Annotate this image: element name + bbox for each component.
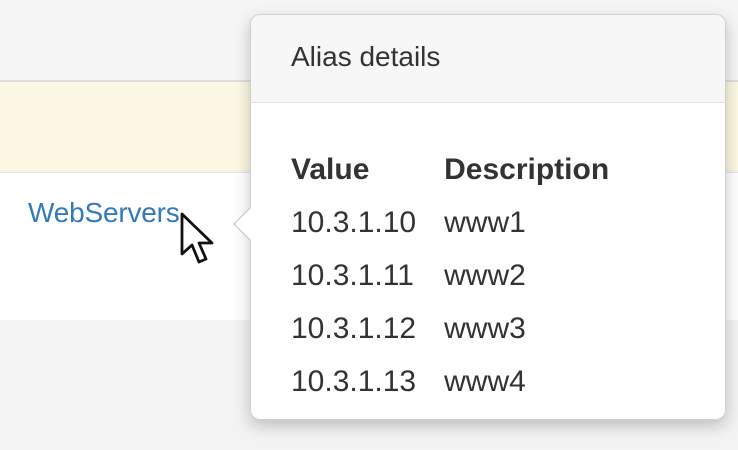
cell-value: 10.3.1.11	[291, 259, 414, 292]
table-row: 10.3.1.13 www4	[291, 346, 609, 399]
alias-details-popover: Alias details Value Description 10.3.1.1…	[233, 14, 726, 420]
alias-link-webservers[interactable]: WebServers	[28, 197, 180, 229]
arrow-cursor-icon	[180, 212, 214, 264]
table-row: 10.3.1.12 www3	[291, 293, 609, 346]
column-header-description: Description	[444, 153, 610, 186]
cell-value: 10.3.1.10	[291, 206, 417, 239]
cell-description: www4	[444, 365, 526, 398]
popover-body: Value Description 10.3.1.10 www1 10.3.1.…	[251, 103, 725, 399]
cell-description: www2	[444, 259, 526, 292]
cell-value: 10.3.1.12	[291, 312, 417, 345]
table-row: 10.3.1.10 www1	[291, 187, 609, 240]
popover-title: Alias details	[251, 15, 725, 103]
alias-details-table: Value Description 10.3.1.10 www1 10.3.1.…	[291, 137, 609, 399]
cell-description: www1	[444, 206, 526, 239]
cell-value: 10.3.1.13	[291, 365, 417, 398]
table-header-row: Value Description	[291, 137, 609, 187]
column-header-value: Value	[291, 153, 370, 186]
table-row: 10.3.1.11 www2	[291, 240, 609, 293]
cell-description: www3	[444, 312, 526, 345]
popover-arrow-fill	[235, 207, 252, 241]
